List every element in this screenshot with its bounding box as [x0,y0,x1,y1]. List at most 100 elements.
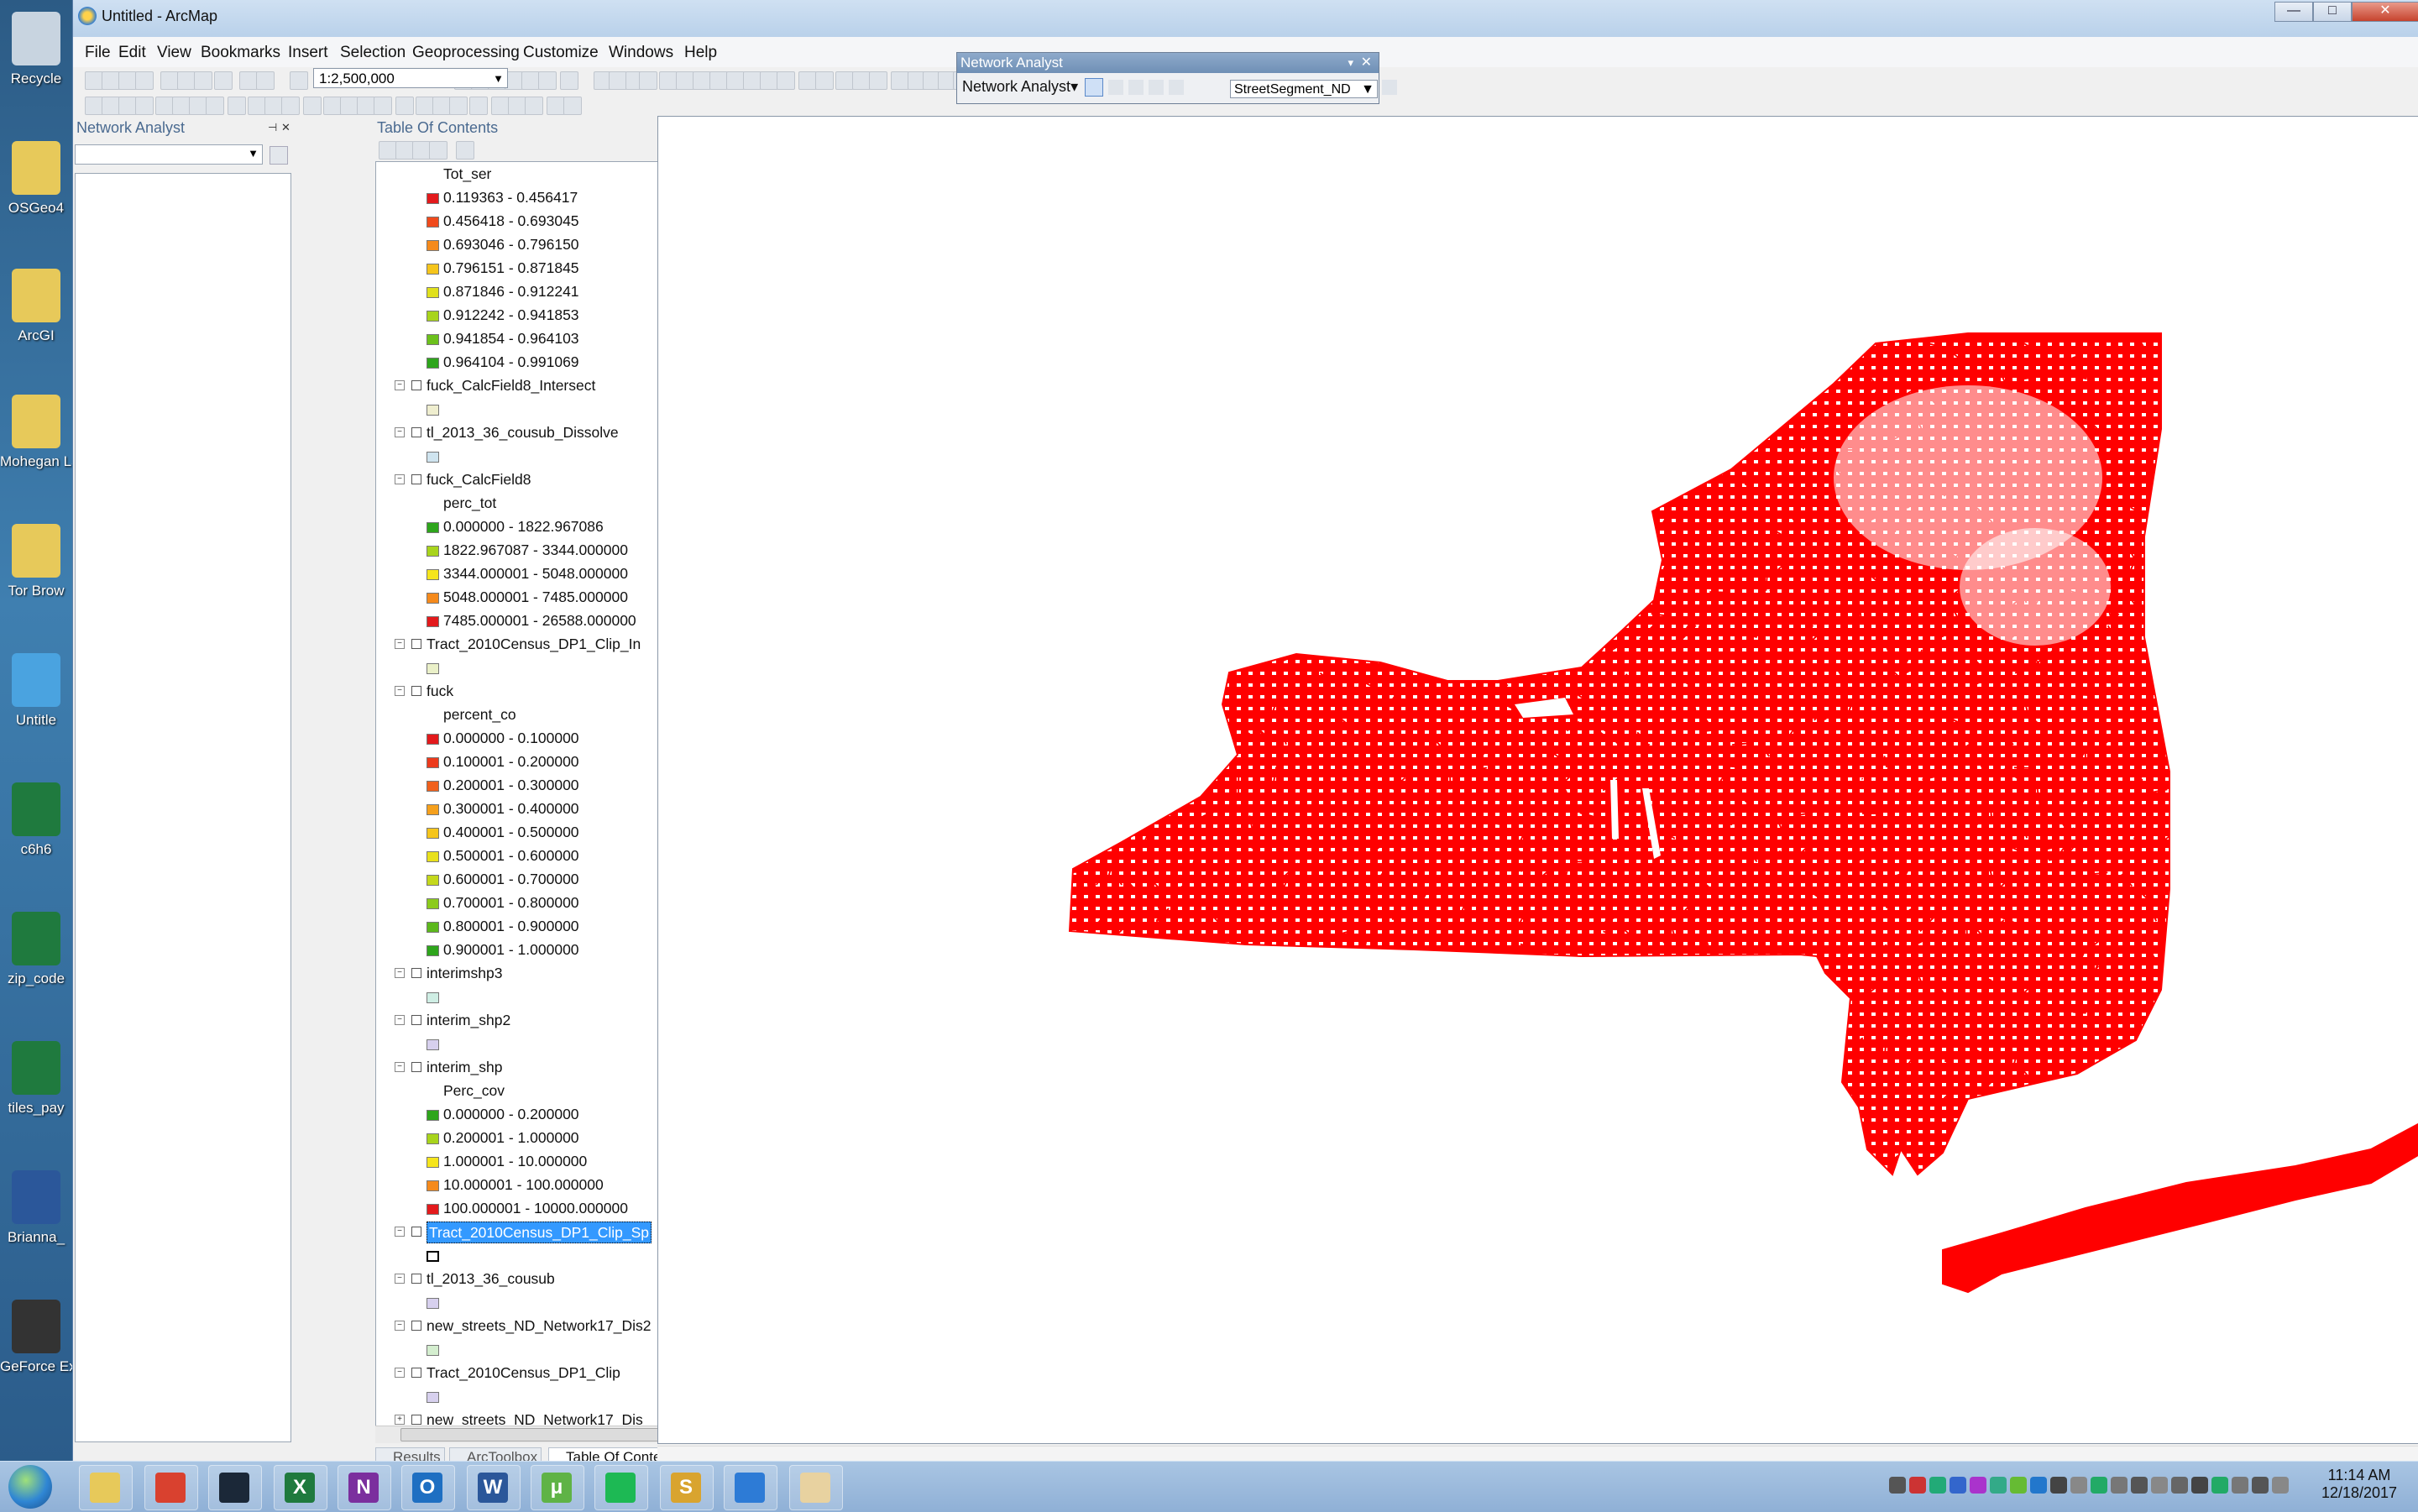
layer-visibility-checkbox[interactable] [411,1368,421,1378]
toc-view-icon[interactable] [412,141,431,160]
toolbar-tool-icon[interactable] [118,71,137,90]
menu-bookmarks[interactable]: Bookmarks [201,44,280,62]
tray-icon[interactable] [2151,1477,2168,1494]
tray-icon[interactable] [2030,1477,2047,1494]
layer-visibility-checkbox[interactable] [411,1415,421,1425]
toolbar-tool-icon[interactable] [815,71,834,90]
toc-view-icon[interactable] [456,141,474,160]
toolbar-tool-icon[interactable] [357,97,375,115]
collapse-icon[interactable]: − [395,968,405,978]
toolbar-tool-icon[interactable] [256,71,275,90]
network-identify-icon[interactable] [1382,80,1397,95]
taskbar-app-button[interactable]: X [274,1465,327,1510]
close-icon[interactable]: ✕ [281,121,290,134]
solve-icon[interactable] [1149,80,1164,95]
desktop-icon[interactable]: tiles_pay [0,1034,72,1152]
tray-icon[interactable] [2050,1477,2067,1494]
taskbar-app-button[interactable]: W [467,1465,521,1510]
expand-icon[interactable]: + [395,1415,405,1425]
class-color-swatch[interactable] [427,334,439,345]
toolbar-tool-icon[interactable] [177,71,196,90]
toolbar-tool-icon[interactable] [323,97,342,115]
toolbar-tool-icon[interactable] [869,71,887,90]
menu-edit[interactable]: Edit [118,44,146,62]
maximize-button[interactable]: □ [2313,2,2352,22]
toc-layer-row[interactable]: −interimshp3 [376,961,695,985]
layer-visibility-checkbox[interactable] [411,380,421,390]
close-icon[interactable]: ✕ [1361,53,1372,73]
toolbar-tool-icon[interactable] [726,71,745,90]
tray-icon[interactable] [2191,1477,2208,1494]
class-color-swatch[interactable] [427,828,439,839]
clock[interactable]: 11:14 AM 12/18/2017 [2309,1467,2410,1502]
class-color-swatch[interactable] [427,804,439,815]
toolbar-tool-icon[interactable] [835,71,854,90]
class-color-swatch[interactable] [427,1133,439,1144]
desktop-icon[interactable]: Untitle [0,646,72,764]
toolbar-tool-icon[interactable] [102,71,120,90]
tray-icon[interactable] [1990,1477,2007,1494]
desktop-icon[interactable]: OSGeo4 [0,134,72,252]
toolbar-tool-icon[interactable] [609,71,627,90]
class-color-swatch[interactable] [427,757,439,768]
layer-visibility-checkbox[interactable] [411,1227,421,1237]
layer-visibility-checkbox[interactable] [411,1321,421,1331]
layer-name[interactable]: fuck_CalcField8_Intersect [427,374,595,397]
toolbar-tool-icon[interactable] [432,97,451,115]
class-color-swatch[interactable] [427,851,439,862]
toolbar-tool-icon[interactable] [85,71,103,90]
tray-icon[interactable] [1929,1477,1946,1494]
toc-layer-row[interactable]: −fuck_CalcField8_Intersect [376,374,695,397]
taskbar-app-button[interactable] [79,1465,133,1510]
toolbar-tool-icon[interactable] [491,97,510,115]
class-color-swatch[interactable] [427,311,439,322]
toolbar-tool-icon[interactable] [659,71,678,90]
layer-symbol-swatch[interactable] [427,405,439,416]
class-color-swatch[interactable] [427,546,439,557]
tray-icon[interactable] [2252,1477,2269,1494]
tray-icon[interactable] [2272,1477,2289,1494]
desktop-icon[interactable]: zip_code [0,905,72,1023]
toolbar-tool-icon[interactable] [395,97,414,115]
analysis-layer-select[interactable]: ▼ [75,144,263,165]
toolbar-tool-icon[interactable] [118,97,137,115]
menu-customize[interactable]: Customize [523,44,599,62]
toc-layer-row[interactable]: −fuck_CalcField8 [376,468,695,491]
toc-horizontal-scroll-thumb[interactable] [400,1428,681,1441]
properties-icon[interactable] [270,146,288,165]
layer-name[interactable]: tl_2013_36_cousub_Dissolve [427,421,619,444]
desktop-icon[interactable]: GeForce Experien [0,1293,72,1410]
chevron-down-icon[interactable]: ▾ [1348,53,1353,73]
layer-symbol-swatch[interactable] [427,452,439,463]
toolbar-tool-icon[interactable] [563,97,582,115]
toolbar-tool-icon[interactable] [525,97,543,115]
toc-layer-row[interactable]: −tl_2013_36_cousub [376,1267,695,1290]
desktop-icon[interactable]: Mohegan Lake [0,388,72,505]
class-color-swatch[interactable] [427,945,439,956]
tray-icon[interactable] [2091,1477,2107,1494]
layer-symbol-swatch[interactable] [427,1039,439,1050]
class-color-swatch[interactable] [427,569,439,580]
toc-layer-row[interactable]: −new_streets_ND_Network17_Dis2 [376,1314,695,1337]
toc-layer-row[interactable]: −interim_shp2 [376,1008,695,1032]
pin-icon[interactable]: ⊣ [268,121,277,134]
toolbar-tool-icon[interactable] [639,71,657,90]
layer-visibility-checkbox[interactable] [411,639,421,649]
layer-visibility-checkbox[interactable] [411,1015,421,1025]
class-color-swatch[interactable] [427,217,439,228]
layer-name[interactable]: fuck [427,679,453,703]
minimize-button[interactable]: — [2274,2,2313,22]
toolbar-tool-icon[interactable] [676,71,694,90]
class-color-swatch[interactable] [427,616,439,627]
select-move-location-icon[interactable] [1128,80,1144,95]
class-color-swatch[interactable] [427,1204,439,1215]
tray-icon[interactable] [2111,1477,2128,1494]
tray-icon[interactable] [2070,1477,2087,1494]
taskbar-app-button[interactable] [144,1465,198,1510]
toc-view-icon[interactable] [395,141,414,160]
toolbar-tool-icon[interactable] [798,71,817,90]
layer-name[interactable]: Tract_2010Census_DP1_Clip [427,1361,620,1384]
toolbar-tool-icon[interactable] [340,97,359,115]
layer-visibility-checkbox[interactable] [411,474,421,484]
menu-view[interactable]: View [157,44,191,62]
